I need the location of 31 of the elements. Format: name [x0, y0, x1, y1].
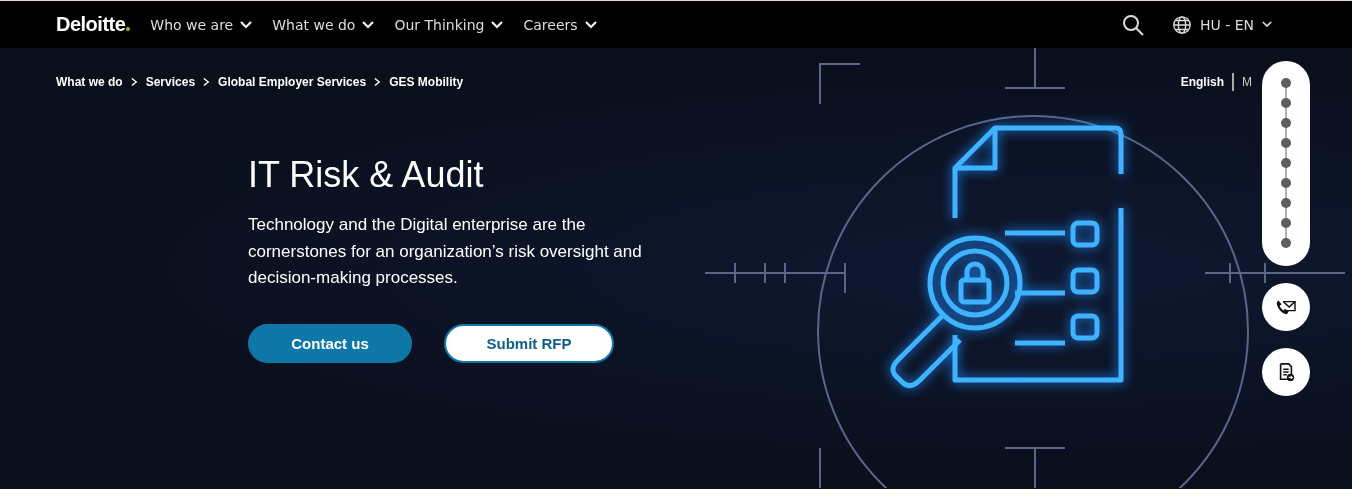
nav-menu-item[interactable]: Careers: [523, 16, 597, 33]
nav-menu-item[interactable]: What we do: [272, 16, 375, 33]
chevron-down-icon: [240, 20, 253, 29]
globe-icon: [1171, 14, 1192, 35]
chevron-down-icon: [584, 20, 597, 29]
contact-button[interactable]: Contact us: [248, 323, 412, 363]
chevron-down-icon: [362, 20, 375, 29]
phone-envelope-icon: [1275, 298, 1297, 316]
deloitte-logo[interactable]: Deloitte: [56, 13, 131, 36]
document-float-button[interactable]: [1262, 348, 1310, 396]
search-icon[interactable]: [1121, 13, 1144, 36]
document-arrow-icon: [1277, 362, 1295, 382]
breadcrumb-chevron-icon: [374, 77, 382, 87]
page-title: IT Risk & Audit: [248, 154, 485, 196]
section-dot-navigation[interactable]: [1262, 61, 1310, 266]
submit-button[interactable]: Submit RFP: [444, 323, 614, 363]
breadcrumb-chevron-icon: [203, 77, 211, 87]
breadcrumb-link[interactable]: GES Mobility: [389, 75, 464, 89]
breadcrumb-link[interactable]: Global Employer Services: [218, 75, 367, 89]
chevron-down-icon: [491, 20, 504, 29]
hero-description: Technology and the Digital enterprise are the cornerstones for an organization’s risk oversight and decision-making processes.: [248, 214, 643, 289]
breadcrumb-link[interactable]: Services: [145, 75, 196, 89]
contact-float-button[interactable]: [1262, 283, 1310, 331]
breadcrumb-chevron-icon: [130, 77, 138, 87]
language-link[interactable]: M: [1242, 75, 1252, 89]
nav-menu-item[interactable]: Who we are: [150, 16, 253, 33]
language-selector[interactable]: HU - EN: [1171, 14, 1272, 35]
nav-menu-item[interactable]: Our Thinking: [394, 16, 504, 33]
language-link[interactable]: English: [1180, 75, 1224, 89]
chevron-down-icon: [1262, 21, 1272, 28]
breadcrumb-link[interactable]: What we do: [56, 75, 123, 89]
